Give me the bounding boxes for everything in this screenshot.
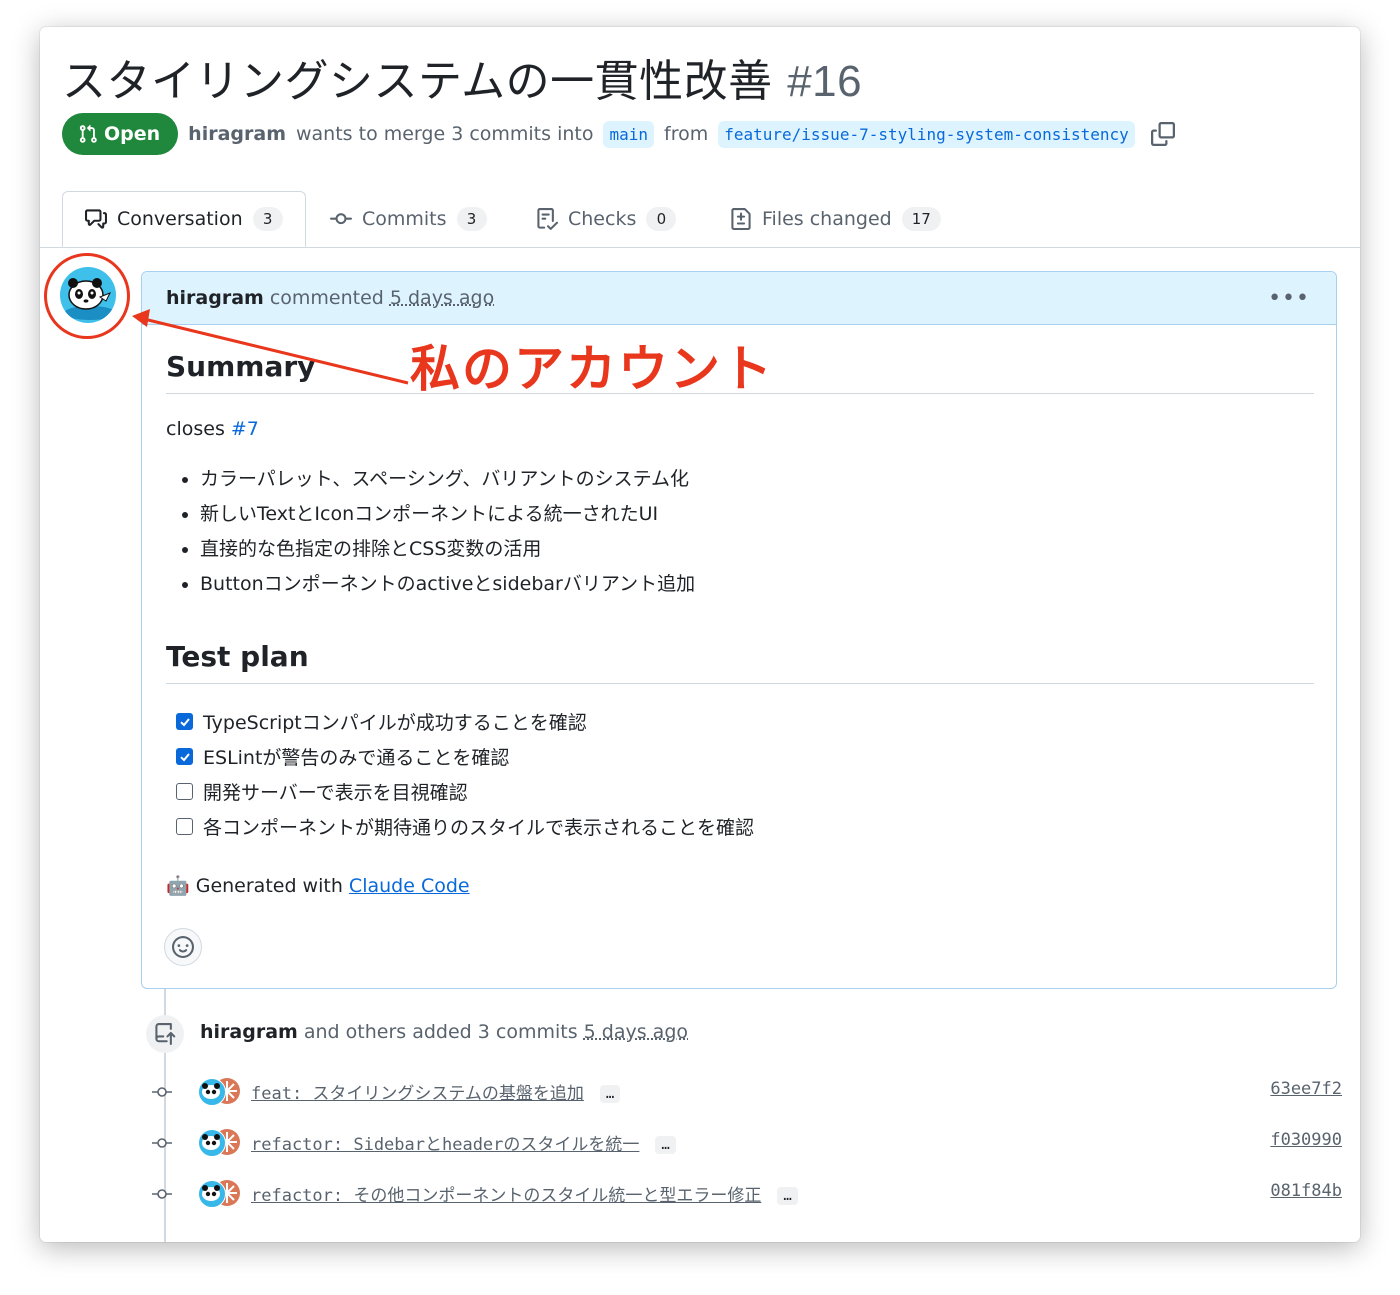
tab-files-changed[interactable]: Files changed 17	[730, 191, 941, 247]
comment-discussion-icon	[85, 209, 107, 229]
tab-label: Conversation	[117, 208, 243, 230]
commit-message[interactable]: refactor: Sidebarとheaderのスタイルを統一 …	[251, 1130, 676, 1155]
git-commit-icon	[330, 213, 352, 225]
commit-row: refactor: その他コンポーネントのスタイル統一と型エラー修正 … 081f…	[150, 1178, 1342, 1210]
commit-message-text: refactor: その他コンポーネントのスタイル統一と型エラー修正	[251, 1186, 762, 1206]
robot-icon: 🤖	[166, 875, 190, 897]
pr-title: スタイリングシステムの一貫性改善 #16	[62, 45, 862, 109]
add-reaction-button[interactable]	[164, 928, 202, 966]
list-item: カラーパレット、スペーシング、バリアントのシステム化	[200, 462, 1314, 497]
task-label: ESLintが警告のみで通ることを確認	[203, 747, 510, 769]
commit-message-text: refactor: Sidebarとheaderのスタイルを統一	[251, 1135, 640, 1155]
closes-line: closes #7	[166, 418, 1314, 440]
tab-label: Files changed	[762, 208, 892, 230]
commit-avatars	[198, 1078, 242, 1106]
commit-sha[interactable]: 63ee7f2	[1270, 1079, 1342, 1099]
status-badge: Open	[62, 113, 179, 155]
commit-avatars	[198, 1180, 242, 1208]
comment-time[interactable]: 5 days ago	[390, 287, 494, 309]
git-commit-icon	[152, 1087, 172, 1097]
status-label: Open	[104, 123, 161, 145]
kebab-horizontal-icon[interactable]: •••	[1268, 286, 1310, 311]
git-commit-icon	[152, 1189, 172, 1199]
commit-message-text: feat: スタイリングシステムの基盤を追加	[251, 1084, 584, 1104]
closes-text: closes	[166, 418, 225, 440]
generated-text: Generated with	[195, 875, 343, 897]
list-item: 直接的な色指定の排除とCSS変数の活用	[200, 532, 1314, 567]
comment-header: hiragram commented 5 days ago •••	[142, 272, 1336, 325]
check-icon	[179, 752, 190, 761]
expand-button[interactable]: …	[599, 1085, 621, 1103]
pr-number: #16	[787, 57, 863, 106]
pr-meta: Open hiragram wants to merge 3 commits i…	[62, 113, 1175, 155]
merge-text: wants to merge 3 commits into	[296, 123, 594, 145]
test-plan-heading: Test plan	[166, 640, 1314, 684]
tab-label: Commits	[362, 208, 447, 230]
pr-tabs: Conversation 3 Commits 3 Checks 0 Files …	[40, 191, 1360, 248]
tab-counter: 17	[901, 207, 941, 231]
tab-label: Checks	[568, 208, 637, 230]
commit-message[interactable]: feat: スタイリングシステムの基盤を追加 …	[251, 1079, 621, 1104]
pr-title-text: スタイリングシステムの一貫性改善	[62, 56, 773, 107]
list-item: 新しいTextとIconコンポーネントによる統一されたUI	[200, 497, 1314, 532]
browser-window: スタイリングシステムの一貫性改善 #16 Open hiragram wants…	[40, 27, 1360, 1242]
annotation-circle	[44, 253, 130, 339]
task-label: TypeScriptコンパイルが成功することを確認	[203, 712, 587, 734]
checkbox-checked[interactable]	[176, 713, 193, 730]
copy-icon[interactable]	[1150, 122, 1175, 146]
event-text: and others added 3 commits	[303, 1021, 578, 1043]
repo-push-icon	[146, 1015, 184, 1053]
avatar[interactable]	[198, 1129, 226, 1157]
checkbox-unchecked[interactable]	[176, 783, 193, 800]
comment-action: commented	[269, 287, 384, 309]
task-item: 開発サーバーで表示を目視確認	[166, 774, 1314, 809]
event-time[interactable]: 5 days ago	[584, 1021, 688, 1043]
checkbox-checked[interactable]	[176, 748, 193, 765]
task-item: TypeScriptコンパイルが成功することを確認	[166, 704, 1314, 739]
file-diff-icon	[731, 208, 751, 230]
list-item: Buttonコンポーネントのactiveとsidebarバリアント追加	[200, 567, 1314, 602]
expand-button[interactable]: …	[777, 1187, 798, 1205]
tab-checks[interactable]: Checks 0	[536, 191, 677, 247]
generated-line: 🤖 Generated with Claude Code	[166, 874, 1314, 897]
issue-link[interactable]: #7	[231, 418, 259, 440]
check-icon	[179, 717, 190, 726]
commit-message[interactable]: refactor: その他コンポーネントのスタイル統一と型エラー修正 …	[251, 1181, 798, 1206]
commit-row: feat: スタイリングシステムの基盤を追加 … 63ee7f2	[150, 1076, 1342, 1108]
task-label: 各コンポーネントが期待通りのスタイルで表示されることを確認	[203, 817, 755, 839]
avatar[interactable]	[198, 1180, 226, 1208]
commit-avatars	[198, 1129, 242, 1157]
git-pull-request-icon	[79, 124, 97, 143]
tab-counter: 3	[456, 207, 487, 231]
summary-list: カラーパレット、スペーシング、バリアントのシステム化 新しいTextとIconコ…	[166, 462, 1314, 602]
pr-author[interactable]: hiragram	[188, 123, 286, 145]
checkbox-unchecked[interactable]	[176, 818, 193, 835]
comment-author[interactable]: hiragram	[166, 287, 264, 309]
commit-sha[interactable]: f030990	[1270, 1130, 1342, 1150]
commit-row: refactor: Sidebarとheaderのスタイルを統一 … f03099…	[150, 1127, 1342, 1159]
avatar[interactable]	[198, 1078, 226, 1106]
claude-code-link[interactable]: Claude Code	[349, 875, 470, 897]
comment-body: Summary closes #7 カラーパレット、スペーシング、バリアントのシ…	[166, 324, 1314, 897]
task-item: 各コンポーネントが期待通りのスタイルで表示されることを確認	[166, 809, 1314, 844]
tab-conversation[interactable]: Conversation 3	[62, 191, 306, 247]
head-branch[interactable]: feature/issue-7-styling-system-consisten…	[718, 120, 1135, 148]
commits-event: hiragram and others added 3 commits 5 da…	[200, 1021, 688, 1043]
tab-commits[interactable]: Commits 3	[330, 191, 487, 247]
checklist-icon	[537, 208, 558, 230]
annotation-label: 私のアカウント	[410, 340, 774, 398]
git-commit-icon	[152, 1138, 172, 1148]
base-branch[interactable]: main	[603, 120, 654, 148]
task-item: ESLintが警告のみで通ることを確認	[166, 739, 1314, 774]
event-author[interactable]: hiragram	[200, 1021, 298, 1043]
expand-button[interactable]: …	[655, 1136, 676, 1154]
commit-sha[interactable]: 081f84b	[1270, 1181, 1342, 1201]
tab-counter: 3	[252, 207, 283, 231]
task-label: 開発サーバーで表示を目視確認	[203, 782, 468, 804]
from-text: from	[664, 123, 709, 145]
tab-counter: 0	[646, 207, 677, 231]
task-list: TypeScriptコンパイルが成功することを確認 ESLintが警告のみで通る…	[166, 704, 1314, 844]
smiley-icon	[172, 936, 194, 958]
